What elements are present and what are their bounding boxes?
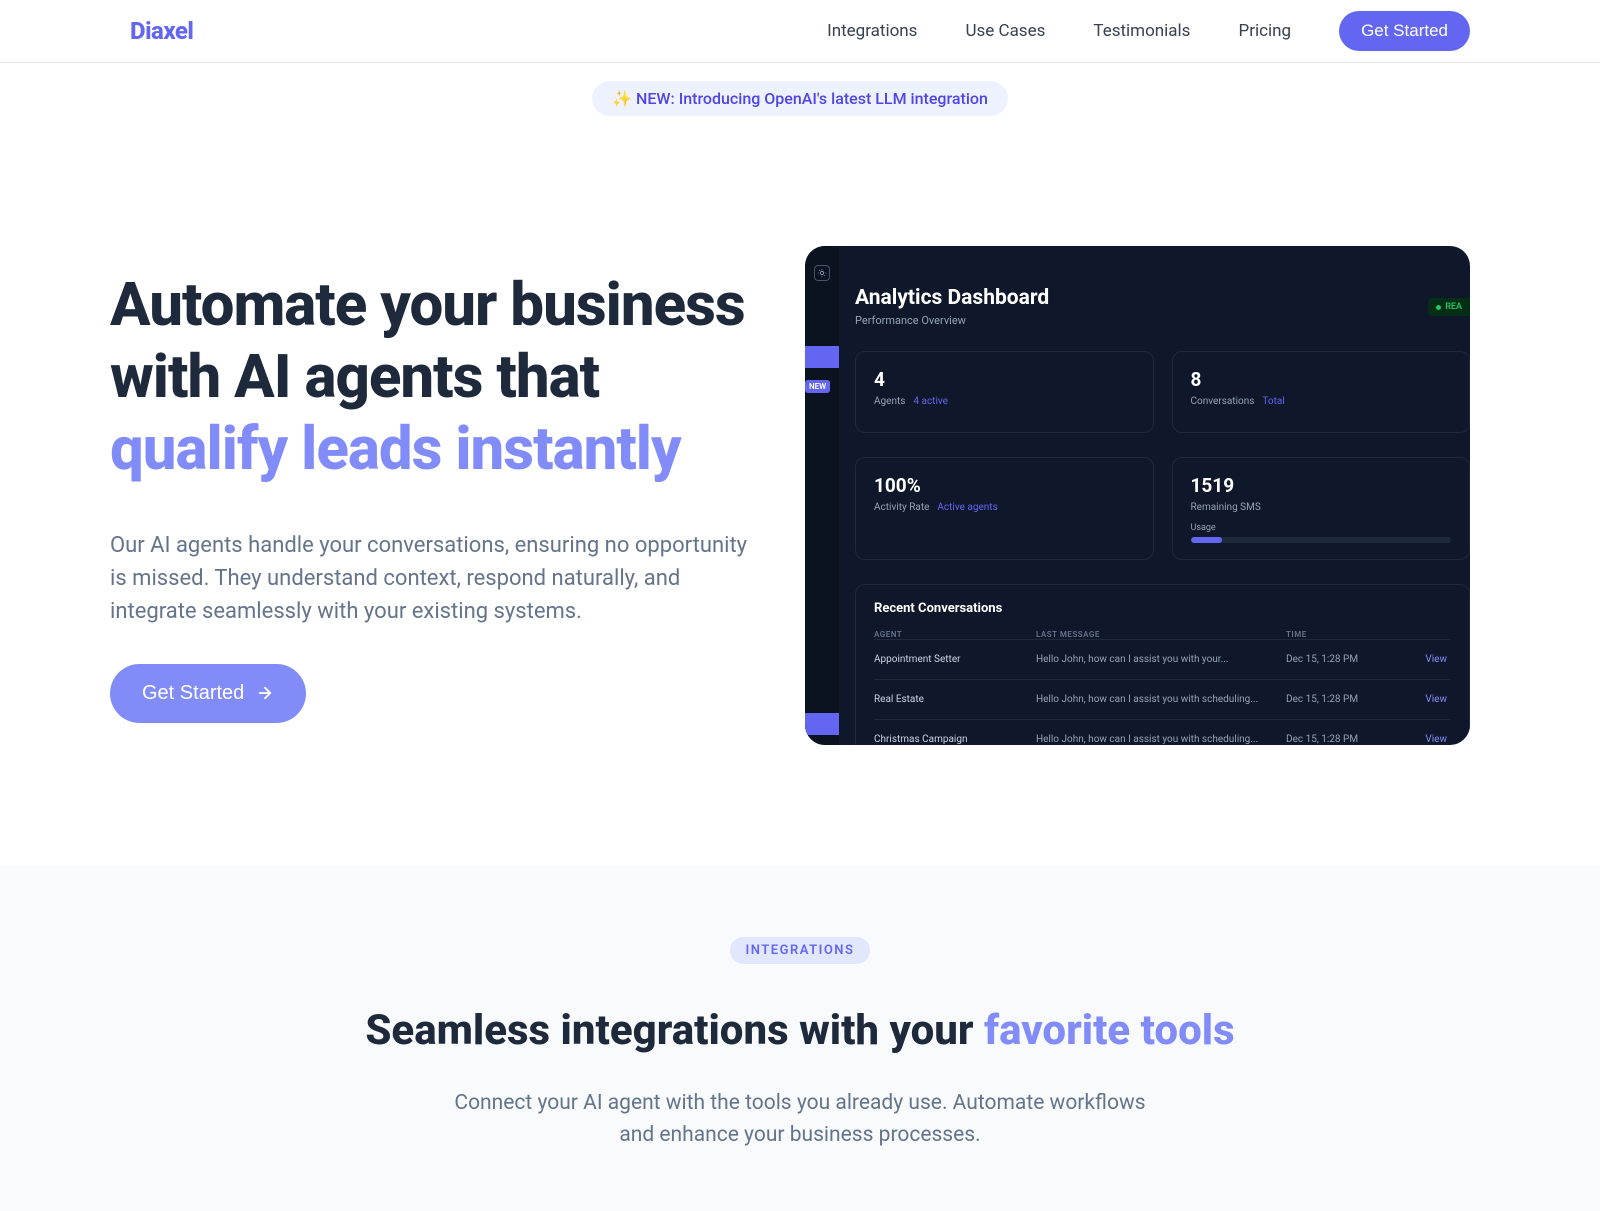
- col-header-agent: AGENT: [874, 630, 1036, 639]
- cell-time: Dec 15, 1:28 PM: [1286, 694, 1416, 705]
- hero-title-main: Automate your business with AI agents th…: [110, 269, 745, 412]
- cell-agent: Real Estate: [874, 694, 1036, 705]
- status-text: REA: [1445, 302, 1462, 312]
- usage-fill: [1191, 537, 1222, 543]
- sparkle-icon: ✨: [612, 89, 632, 108]
- recent-conversations-panel: Recent Conversations AGENT LAST MESSAGE …: [855, 584, 1470, 745]
- dashboard-sidebar: NEW: [805, 246, 839, 745]
- announcement-pill[interactable]: ✨ NEW: Introducing OpenAI's latest LLM i…: [592, 81, 1008, 116]
- integrations-description: Connect your AI agent with the tools you…: [440, 1088, 1160, 1151]
- integrations-pill: INTEGRATIONS: [730, 937, 871, 964]
- table-row[interactable]: Appointment Setter Hello John, how can I…: [874, 639, 1451, 679]
- view-link[interactable]: View: [1425, 734, 1447, 745]
- nav-link-pricing[interactable]: Pricing: [1238, 21, 1291, 41]
- hero-get-started-button[interactable]: Get Started: [110, 664, 306, 723]
- hero-section: Automate your business with AI agents th…: [0, 116, 1600, 865]
- table-row[interactable]: Christmas Campaign Hello John, how can I…: [874, 719, 1451, 745]
- stat-label: Agents: [874, 396, 905, 407]
- sidebar-new-badge: NEW: [805, 380, 830, 393]
- cell-message: Hello John, how can I assist you with sc…: [1036, 694, 1286, 705]
- usage-bar: [1191, 537, 1452, 543]
- usage-label: Usage: [1191, 523, 1452, 533]
- hero-content: Automate your business with AI agents th…: [110, 269, 765, 723]
- stat-card-activity: 100% Activity Rate Active agents: [855, 457, 1154, 560]
- stat-value: 100%: [874, 474, 1135, 497]
- stat-cards-row-2: 100% Activity Rate Active agents 1519 Re…: [855, 457, 1470, 560]
- dashboard-subtitle: Performance Overview: [855, 314, 1470, 327]
- integrations-title-main: Seamless integrations with your: [365, 1006, 984, 1055]
- hero-title-accent: qualify leads instantly: [110, 413, 681, 484]
- stat-sublabel: Active agents: [937, 502, 997, 513]
- status-dot-icon: [1436, 305, 1441, 310]
- stat-cards-row-1: 4 Agents 4 active 8 Conversations Total: [855, 351, 1470, 433]
- top-nav: Diaxel Integrations Use Cases Testimonia…: [0, 0, 1600, 63]
- sidebar-bottom-item: [805, 713, 839, 735]
- nav-link-integrations[interactable]: Integrations: [827, 21, 917, 41]
- nav-link-use-cases[interactable]: Use Cases: [965, 21, 1045, 41]
- dashboard-preview: NEW Analytics Dashboard Performance Over…: [805, 246, 1470, 745]
- stat-value: 8: [1191, 368, 1452, 391]
- nav-link-testimonials[interactable]: Testimonials: [1093, 21, 1190, 41]
- hero-cta-label: Get Started: [142, 682, 244, 705]
- col-header-time: TIME: [1286, 630, 1416, 639]
- integrations-title: Seamless integrations with your favorite…: [0, 1006, 1600, 1056]
- recent-title: Recent Conversations: [874, 601, 1451, 616]
- cell-agent: Christmas Campaign: [874, 734, 1036, 745]
- cell-message: Hello John, how can I assist you with sc…: [1036, 734, 1286, 745]
- integrations-section: INTEGRATIONS Seamless integrations with …: [0, 865, 1600, 1211]
- view-link[interactable]: View: [1425, 694, 1447, 705]
- col-header-message: LAST MESSAGE: [1036, 630, 1286, 639]
- get-started-button[interactable]: Get Started: [1339, 11, 1470, 51]
- view-link[interactable]: View: [1425, 654, 1447, 665]
- cell-agent: Appointment Setter: [874, 654, 1036, 665]
- stat-value: 1519: [1191, 474, 1452, 497]
- hero-title: Automate your business with AI agents th…: [110, 269, 765, 485]
- stat-card-agents: 4 Agents 4 active: [855, 351, 1154, 433]
- dashboard-main: Analytics Dashboard Performance Overview…: [855, 286, 1470, 745]
- dashboard-preview-wrap: NEW Analytics Dashboard Performance Over…: [805, 246, 1470, 745]
- table-row[interactable]: Real Estate Hello John, how can I assist…: [874, 679, 1451, 719]
- stat-sublabel: Total: [1262, 396, 1284, 407]
- table-header: AGENT LAST MESSAGE TIME: [874, 630, 1451, 639]
- cell-time: Dec 15, 1:28 PM: [1286, 734, 1416, 745]
- status-badge: REA: [1428, 298, 1470, 316]
- hero-description: Our AI agents handle your conversations,…: [110, 529, 765, 628]
- stat-label: Activity Rate: [874, 502, 929, 513]
- announcement-bar: ✨ NEW: Introducing OpenAI's latest LLM i…: [0, 63, 1600, 116]
- sidebar-active-indicator: [805, 346, 839, 368]
- stat-value: 4: [874, 368, 1135, 391]
- stat-label: Remaining SMS: [1191, 502, 1261, 513]
- stat-sublabel: 4 active: [913, 396, 948, 407]
- logo[interactable]: Diaxel: [130, 17, 193, 45]
- theme-toggle-icon[interactable]: [814, 265, 830, 281]
- integrations-title-accent: favorite tools: [984, 1006, 1235, 1055]
- stat-card-conversations: 8 Conversations Total: [1172, 351, 1471, 433]
- arrow-right-icon: [256, 684, 274, 702]
- announcement-text: NEW: Introducing OpenAI's latest LLM int…: [636, 89, 988, 108]
- dashboard-title: Analytics Dashboard: [855, 286, 1470, 310]
- stat-label: Conversations: [1191, 396, 1255, 407]
- cell-time: Dec 15, 1:28 PM: [1286, 654, 1416, 665]
- nav-items: Integrations Use Cases Testimonials Pric…: [827, 11, 1470, 51]
- cell-message: Hello John, how can I assist you with yo…: [1036, 654, 1286, 665]
- stat-card-sms: 1519 Remaining SMS Usage: [1172, 457, 1471, 560]
